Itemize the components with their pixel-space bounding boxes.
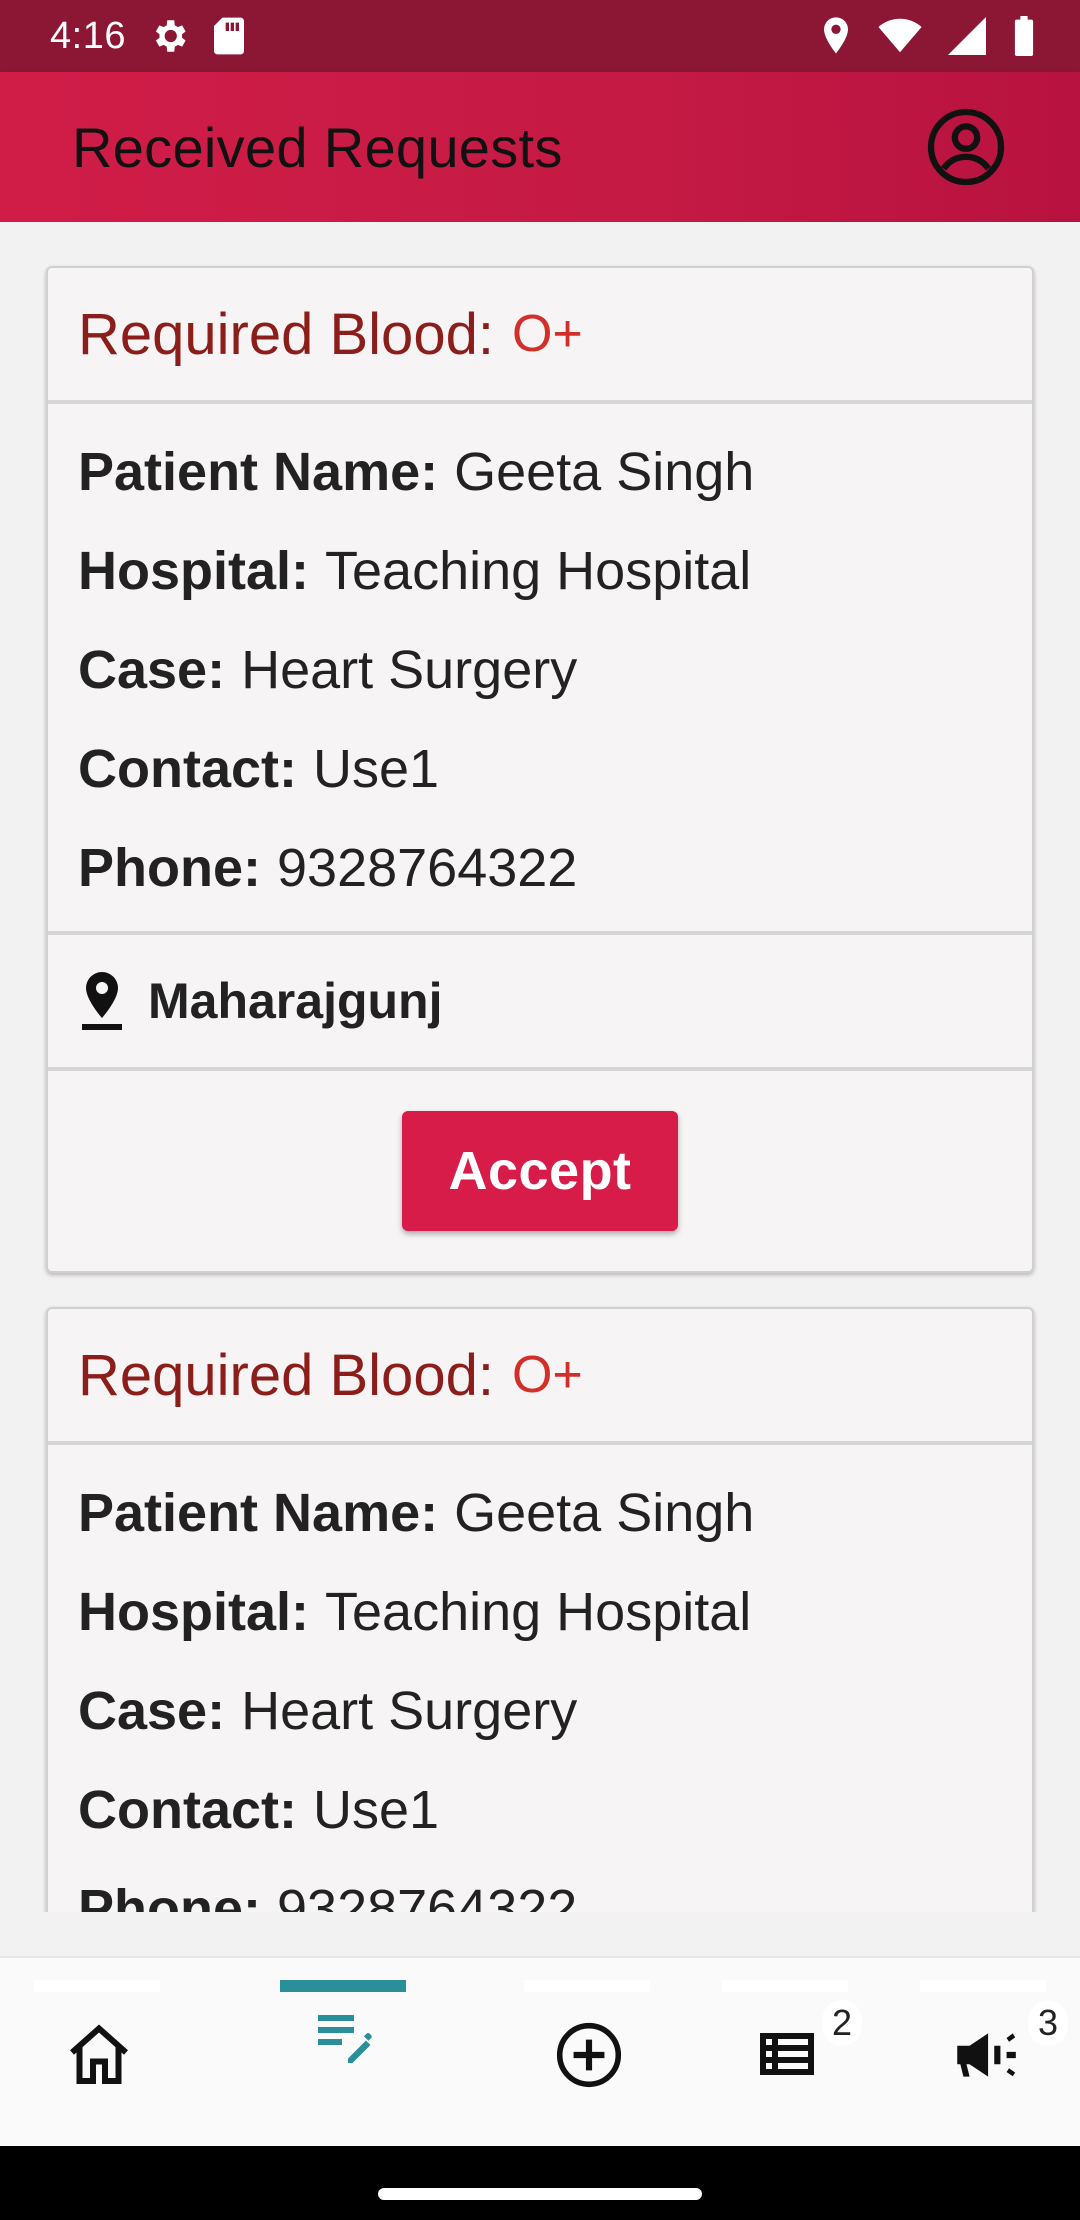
location-icon (820, 16, 852, 56)
nav-item-list[interactable]: 2 (722, 1958, 863, 2148)
home-gesture-handle[interactable] (378, 2188, 702, 2200)
gesture-bar (0, 2146, 1080, 2220)
blood-label: Required Blood: (78, 1342, 494, 1408)
card-details: Patient Name: Geeta Singh Hospital: Teac… (48, 1445, 1032, 1913)
nav-item-announcements[interactable]: 3 (920, 1958, 1069, 2148)
settings-gear-icon (148, 15, 190, 57)
detail-row-patient: Patient Name: Geeta Singh (78, 422, 1002, 521)
request-list-scroll[interactable]: Required Blood: O+ Patient Name: Geeta S… (0, 222, 1080, 1912)
detail-value: 9328764322 (277, 837, 578, 898)
wifi-icon (878, 18, 922, 54)
detail-value: Teaching Hospital (325, 540, 752, 601)
detail-value: Teaching Hospital (325, 1581, 752, 1642)
detail-key: Patient Name: (78, 1482, 439, 1543)
battery-icon (1012, 16, 1036, 56)
detail-value: Heart Surgery (241, 1680, 578, 1741)
card-location: Maharajgunj (48, 935, 1032, 1071)
sd-card-icon (212, 16, 246, 56)
nav-indicator (280, 1980, 406, 1992)
detail-row-contact: Contact: Use1 (78, 1760, 1002, 1859)
location-text: Maharajgunj (148, 973, 443, 1029)
status-time: 4:16 (50, 14, 126, 57)
detail-key: Case: (78, 1680, 226, 1741)
card-details: Patient Name: Geeta Singh Hospital: Teac… (48, 404, 1032, 935)
app-bar: Received Requests (0, 72, 1080, 222)
megaphone-icon (948, 2018, 1022, 2097)
status-bar: 4:16 (0, 0, 1080, 72)
detail-key: Patient Name: (78, 441, 439, 502)
card-header: Required Blood: O+ (48, 268, 1032, 404)
detail-value: Use1 (312, 738, 440, 799)
nav-indicator (722, 1980, 848, 1992)
detail-row-phone: Phone: 9328764322 (78, 1859, 1002, 1913)
nav-indicator (34, 1980, 160, 1992)
request-list: Required Blood: O+ Patient Name: Geeta S… (46, 266, 1034, 1912)
detail-key: Hospital: (78, 1581, 310, 1642)
card-header: Required Blood: O+ (48, 1309, 1032, 1445)
detail-value: Geeta Singh (454, 441, 755, 502)
add-circle-icon (552, 2018, 626, 2097)
edit-list-icon (309, 2000, 381, 2077)
nav-item-requests[interactable] (280, 1958, 410, 2148)
request-card: Required Blood: O+ Patient Name: Geeta S… (46, 266, 1034, 1273)
detail-row-case: Case: Heart Surgery (78, 620, 1002, 719)
list-icon (751, 2018, 823, 2095)
blood-group: O+ (511, 305, 583, 363)
nav-item-home[interactable] (34, 1958, 164, 2148)
request-card: Required Blood: O+ Patient Name: Geeta S… (46, 1307, 1034, 1912)
detail-value: 9328764322 (277, 1878, 578, 1913)
detail-key: Case: (78, 639, 226, 700)
signal-icon (948, 17, 986, 55)
detail-value: Heart Surgery (241, 639, 578, 700)
detail-row-patient: Patient Name: Geeta Singh (78, 1463, 1002, 1562)
nav-item-add[interactable] (524, 1958, 654, 2148)
location-pin-icon (78, 969, 134, 1033)
blood-group: O+ (511, 1346, 583, 1404)
nav-indicator (524, 1980, 650, 1992)
detail-row-case: Case: Heart Surgery (78, 1661, 1002, 1760)
accept-button[interactable]: Accept (402, 1111, 678, 1231)
detail-key: Contact: (78, 1779, 297, 1840)
list-badge: 2 (822, 2000, 863, 2046)
blood-label: Required Blood: (78, 301, 494, 367)
bottom-navigation: 2 3 (0, 1956, 1080, 2148)
detail-value: Use1 (312, 1779, 440, 1840)
announcements-badge: 3 (1028, 2000, 1069, 2046)
detail-value: Geeta Singh (454, 1482, 755, 1543)
detail-key: Phone: (78, 1878, 261, 1913)
account-circle-icon[interactable] (924, 105, 1008, 189)
home-icon (63, 2018, 135, 2095)
detail-key: Contact: (78, 738, 297, 799)
detail-row-hospital: Hospital: Teaching Hospital (78, 1562, 1002, 1661)
detail-key: Hospital: (78, 540, 310, 601)
detail-row-contact: Contact: Use1 (78, 719, 1002, 818)
nav-indicator (920, 1980, 1046, 1992)
detail-row-hospital: Hospital: Teaching Hospital (78, 521, 1002, 620)
page-title: Received Requests (72, 115, 563, 179)
detail-row-phone: Phone: 9328764322 (78, 818, 1002, 917)
card-actions: Accept (48, 1071, 1032, 1271)
detail-key: Phone: (78, 837, 261, 898)
